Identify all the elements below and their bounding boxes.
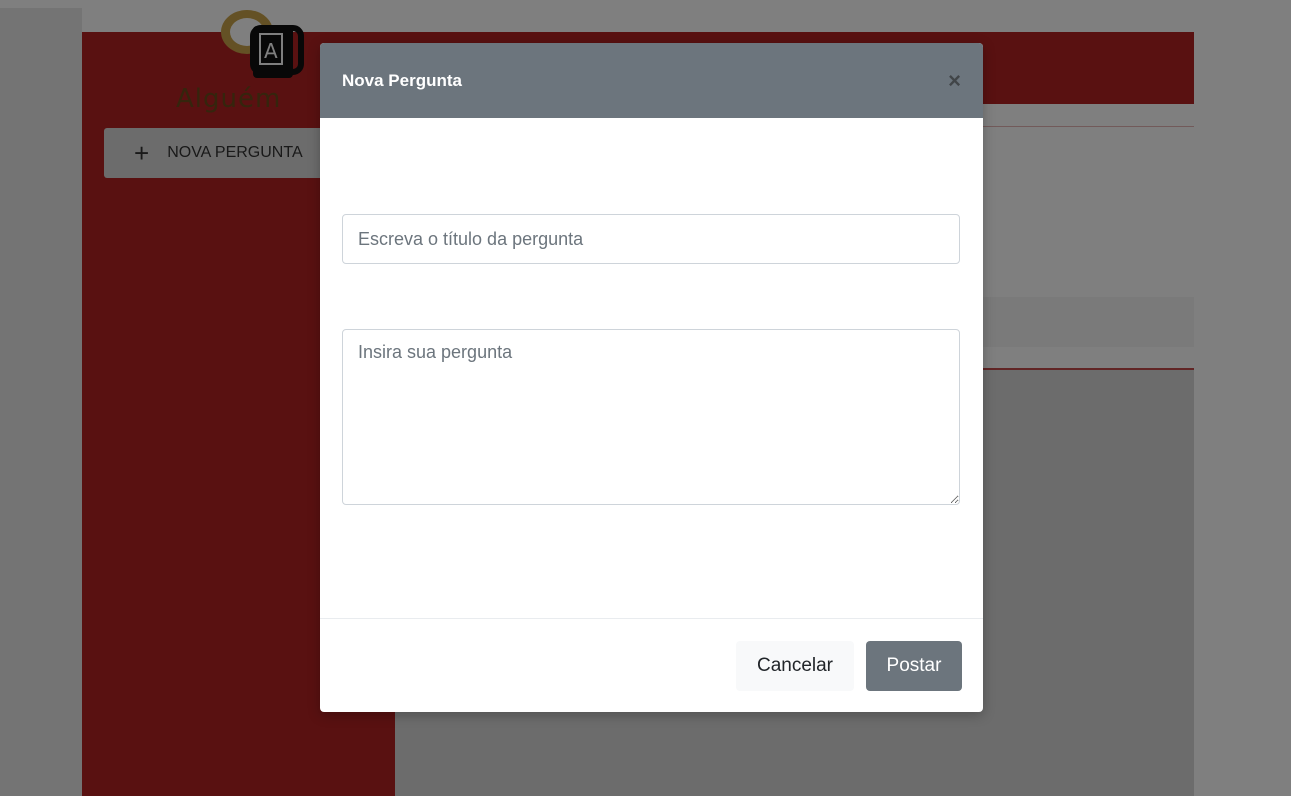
cancel-button[interactable]: Cancelar (736, 641, 854, 691)
post-button[interactable]: Postar (866, 641, 962, 691)
modal-title: Nova Pergunta (342, 70, 462, 90)
modal-footer: Cancelar Postar (320, 618, 983, 712)
close-icon[interactable]: × (948, 69, 961, 92)
question-title-input[interactable] (342, 214, 960, 264)
question-body-textarea[interactable] (342, 329, 960, 505)
new-question-modal: Nova Pergunta × Cancelar Postar (320, 43, 983, 712)
modal-body (320, 118, 983, 618)
modal-header: Nova Pergunta × (320, 43, 983, 118)
